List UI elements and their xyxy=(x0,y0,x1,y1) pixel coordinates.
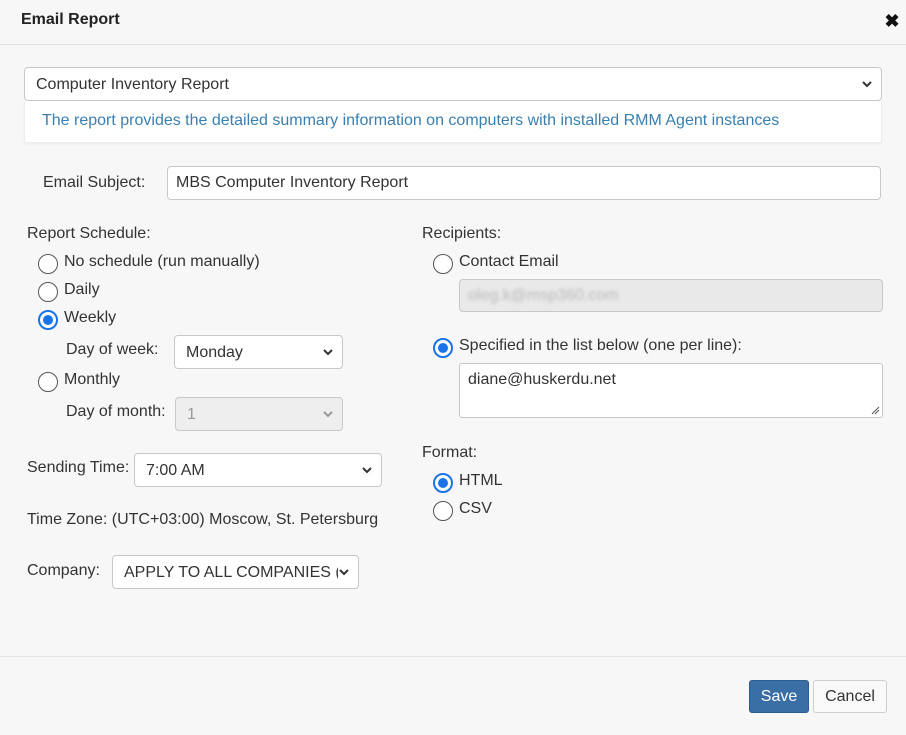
recipient-list-textarea[interactable]: diane@huskerdu.net xyxy=(459,363,883,418)
format-csv-radio[interactable] xyxy=(433,501,453,521)
report-description-box: The report provides the detailed summary… xyxy=(24,101,882,143)
recipient-list-value: diane@huskerdu.net xyxy=(468,371,616,388)
schedule-monthly-label[interactable]: Monthly xyxy=(64,371,120,389)
format-label: Format: xyxy=(422,444,478,461)
dialog-title: Email Report xyxy=(21,11,120,28)
day-of-week-select[interactable]: Monday xyxy=(174,335,343,369)
contact-email-field: oleg.k@msp360.com xyxy=(459,279,883,312)
chevron-down-icon xyxy=(323,349,333,356)
report-type-select[interactable]: Computer Inventory Report xyxy=(24,67,882,101)
recipient-contact-email-radio[interactable] xyxy=(433,254,453,274)
schedule-none-radio[interactable] xyxy=(38,254,58,274)
schedule-none-label[interactable]: No schedule (run manually) xyxy=(64,253,260,271)
email-subject-label: Email Subject: xyxy=(43,174,146,191)
report-type-value: Computer Inventory Report xyxy=(36,76,229,93)
email-subject-input[interactable]: MBS Computer Inventory Report xyxy=(167,166,881,200)
company-value: APPLY TO ALL COMPANIES ( xyxy=(124,564,341,581)
sending-time-select[interactable]: 7:00 AM xyxy=(134,453,382,487)
sending-time-label: Sending Time: xyxy=(27,459,130,476)
report-schedule-label: Report Schedule: xyxy=(27,225,151,242)
report-description: The report provides the detailed summary… xyxy=(42,112,780,129)
schedule-daily-radio[interactable] xyxy=(38,282,58,302)
format-html-label[interactable]: HTML xyxy=(459,472,503,490)
cancel-button[interactable]: Cancel xyxy=(813,680,887,713)
schedule-weekly-label[interactable]: Weekly xyxy=(64,309,116,327)
schedule-monthly-radio[interactable] xyxy=(38,372,58,392)
sending-time-value: 7:00 AM xyxy=(146,462,205,479)
day-of-week-label: Day of week: xyxy=(66,341,159,358)
company-select[interactable]: APPLY TO ALL COMPANIES ( xyxy=(112,555,359,589)
save-button[interactable]: Save xyxy=(749,680,809,713)
day-of-week-value: Monday xyxy=(186,344,243,361)
chevron-down-icon xyxy=(862,81,872,88)
resize-handle-icon[interactable] xyxy=(870,405,880,415)
dialog-header: Email Report ✖ xyxy=(0,0,906,45)
day-of-month-select: 1 xyxy=(175,397,343,431)
recipients-label: Recipients: xyxy=(422,225,502,242)
dialog-footer: Save Cancel xyxy=(0,656,906,735)
schedule-weekly-radio[interactable] xyxy=(38,310,58,330)
format-csv-label[interactable]: CSV xyxy=(459,500,492,518)
day-of-month-value: 1 xyxy=(187,406,196,423)
day-of-month-label: Day of month: xyxy=(66,403,166,420)
recipient-list-label[interactable]: Specified in the list below (one per lin… xyxy=(459,337,742,355)
schedule-daily-label[interactable]: Daily xyxy=(64,281,100,299)
company-label: Company: xyxy=(27,562,100,579)
chevron-down-icon xyxy=(323,411,333,418)
chevron-down-icon xyxy=(338,559,350,587)
recipient-list-radio[interactable] xyxy=(433,338,453,358)
contact-email-value: oleg.k@msp360.com xyxy=(468,287,619,304)
recipient-contact-email-label[interactable]: Contact Email xyxy=(459,253,559,271)
close-icon[interactable]: ✖ xyxy=(882,10,902,32)
format-html-radio[interactable] xyxy=(433,473,453,493)
chevron-down-icon xyxy=(362,467,372,474)
time-zone-text: Time Zone: (UTC+03:00) Moscow, St. Peter… xyxy=(27,511,379,528)
